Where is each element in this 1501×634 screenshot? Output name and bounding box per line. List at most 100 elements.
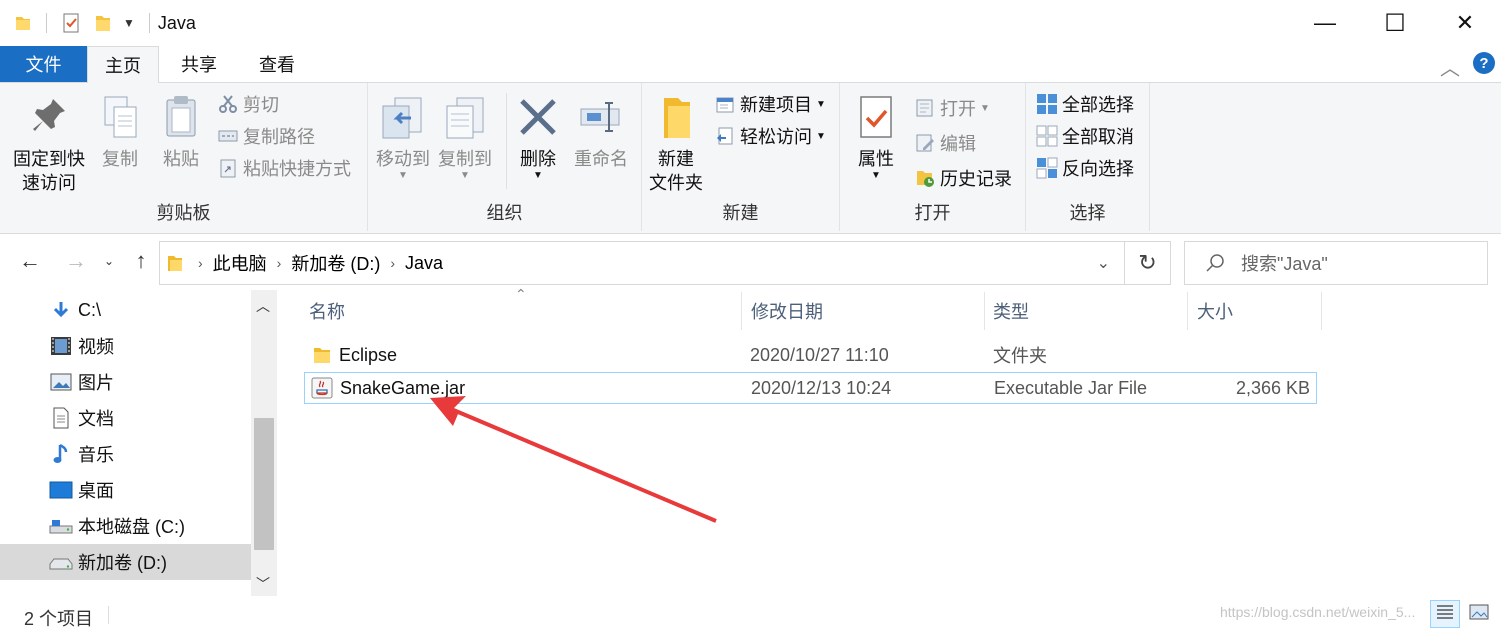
scrollbar-thumb[interactable] (254, 418, 274, 550)
new-folder-label-line1: 新建 (658, 149, 694, 169)
cut-button[interactable]: 剪切 (217, 89, 279, 119)
breadcrumb-this-pc[interactable]: 此电脑 (213, 250, 267, 276)
video-icon (49, 335, 73, 357)
new-item-button[interactable]: 新建项目 ▼ (714, 89, 826, 119)
properties-label: 属性 (858, 149, 894, 169)
properties-icon[interactable] (61, 12, 81, 34)
column-header-name[interactable]: 名称 (309, 290, 739, 332)
pin-label-line2: 速访问 (22, 173, 76, 193)
copy-to-button[interactable]: 复制到 ▼ (434, 91, 496, 181)
column-divider[interactable] (741, 292, 742, 330)
new-folder-button[interactable]: 新建 文件夹 (648, 91, 704, 195)
delete-button[interactable]: 删除 ▼ (512, 91, 564, 181)
customize-toolbar-chevron-icon[interactable]: ▼ (123, 16, 135, 30)
column-header-size[interactable]: 大小 (1197, 290, 1317, 332)
edit-pencil-icon (914, 132, 936, 154)
open-button[interactable]: 打开 ▼ (914, 93, 990, 123)
file-size: 2,366 KB (1235, 377, 1310, 398)
column-divider[interactable] (1187, 292, 1188, 330)
status-bar: 2 个项目 https://blog.csdn.net/weixin_5... (0, 596, 1501, 634)
new-group: 新建 文件夹 新建项目 ▼ 轻松访问 ▼ 新建 (642, 83, 840, 231)
navigation-scrollbar[interactable]: ︿ ﹀ (251, 290, 277, 596)
collapse-ribbon-chevron-icon[interactable]: ︿ (1440, 52, 1460, 81)
recent-locations-button[interactable]: ⌄ (100, 246, 118, 276)
select-all-icon (1036, 93, 1058, 115)
tab-home[interactable]: 主页 (87, 46, 159, 84)
file-row-snakegame-jar[interactable]: SnakeGame.jar 2020/12/13 10:24 Executabl… (304, 372, 1317, 404)
column-header-modified[interactable]: 修改日期 (751, 290, 981, 332)
invert-selection-label: 反向选择 (1062, 159, 1134, 179)
help-icon[interactable]: ? (1473, 52, 1495, 74)
details-view-icon (1436, 604, 1454, 625)
copy-path-button[interactable]: 复制路径 (217, 121, 315, 151)
paste-shortcut-label: 粘贴快捷方式 (243, 159, 351, 179)
ribbon: 固定到快 速访问 复制 粘贴 剪切 复制路径 粘贴快捷方式 剪贴板 移动到 ▼ … (0, 83, 1501, 234)
column-divider[interactable] (984, 292, 985, 330)
ribbon-tabs: 文件 主页 共享 查看 ︿ ? (0, 46, 1501, 84)
breadcrumb-drive-d[interactable]: 新加卷 (D:) (291, 250, 380, 276)
history-button[interactable]: 历史记录 (914, 163, 1012, 193)
chevron-down-icon: ⌄ (103, 254, 115, 268)
select-none-button[interactable]: 全部取消 (1036, 121, 1134, 151)
minimize-button[interactable]: — (1290, 0, 1360, 46)
drive-icon (49, 551, 73, 573)
edit-button[interactable]: 编辑 (914, 128, 976, 158)
scroll-down-icon[interactable]: ﹀ (256, 574, 270, 594)
easy-access-button[interactable]: 轻松访问 ▼ (714, 121, 826, 151)
delete-label: 删除 (520, 149, 556, 169)
paste-button[interactable]: 粘贴 (153, 91, 209, 171)
move-to-button[interactable]: 移动到 ▼ (372, 91, 434, 181)
tab-share[interactable]: 共享 (163, 46, 235, 82)
scroll-up-icon[interactable]: ︿ (256, 296, 270, 316)
nav-item-label: 桌面 (78, 481, 114, 501)
folder-icon[interactable] (14, 14, 32, 32)
nav-item-local-disk-c[interactable]: 本地磁盘 (C:) (0, 508, 251, 544)
address-field[interactable]: › 此电脑 › 新加卷 (D:) › Java ⌄ (159, 241, 1125, 285)
quick-access-toolbar: ▼ Java (14, 10, 196, 36)
refresh-button[interactable]: ↻ (1125, 241, 1171, 285)
rename-button[interactable]: 重命名 (568, 91, 634, 171)
pin-to-quick-access-button[interactable]: 固定到快 速访问 (10, 91, 88, 195)
paste-shortcut-button[interactable]: 粘贴快捷方式 (217, 153, 351, 183)
tab-file[interactable]: 文件 (0, 46, 87, 82)
breadcrumb-java[interactable]: Java (405, 253, 443, 274)
folder-icon (312, 340, 334, 370)
clipboard-group: 固定到快 速访问 复制 粘贴 剪切 复制路径 粘贴快捷方式 剪贴板 (0, 83, 368, 231)
item-count: 2 个项目 (24, 609, 94, 629)
column-divider[interactable] (1321, 292, 1322, 330)
nav-item-new-volume-d[interactable]: 新加卷 (D:) (0, 544, 251, 580)
forward-button[interactable]: → (62, 246, 90, 276)
search-box[interactable]: 搜索"Java" (1184, 241, 1488, 285)
nav-item-documents[interactable]: 文档 (0, 400, 251, 436)
file-list: ⌃ 名称 修改日期 类型 大小 Eclipse 2020/10/27 11:10… (277, 286, 1501, 596)
navigation-pane: C:\ 视频 图片 文档 音乐 桌面 本地磁盘 (C:) 新加卷 (D:) ︿ … (0, 290, 277, 596)
address-dropdown-chevron-icon[interactable]: ⌄ (1097, 253, 1110, 273)
paste-icon (156, 91, 206, 143)
copy-to-label: 复制到 (438, 149, 492, 169)
copy-icon (95, 91, 145, 143)
new-folder-icon[interactable] (93, 12, 113, 34)
maximize-button[interactable]: ☐ (1360, 0, 1430, 46)
large-icons-view-button[interactable] (1464, 600, 1494, 628)
copy-button[interactable]: 复制 (92, 91, 148, 171)
file-row-eclipse[interactable]: Eclipse 2020/10/27 11:10 文件夹 (304, 340, 1317, 372)
nav-item-pictures[interactable]: 图片 (0, 364, 251, 400)
close-button[interactable]: ✕ (1430, 0, 1500, 46)
up-button[interactable]: ↑ (128, 246, 154, 276)
organize-group: 移动到 ▼ 复制到 ▼ 删除 ▼ 重命名 组织 (368, 83, 642, 231)
properties-button[interactable]: 属性 ▼ (848, 91, 904, 181)
tab-view[interactable]: 查看 (240, 46, 314, 82)
delete-x-icon (513, 91, 563, 143)
nav-item-videos[interactable]: 视频 (0, 328, 251, 364)
back-button[interactable]: ← (16, 246, 44, 276)
pin-icon (24, 91, 74, 143)
column-header-type[interactable]: 类型 (993, 290, 1183, 332)
nav-item-c-drive-path[interactable]: C:\ (0, 292, 251, 328)
copy-to-chevron-icon: ▼ (460, 170, 470, 181)
details-view-button[interactable] (1430, 600, 1460, 628)
nav-item-music[interactable]: 音乐 (0, 436, 251, 472)
select-all-button[interactable]: 全部选择 (1036, 89, 1134, 119)
nav-item-desktop[interactable]: 桌面 (0, 472, 251, 508)
invert-selection-button[interactable]: 反向选择 (1036, 153, 1134, 183)
history-icon (914, 167, 936, 189)
